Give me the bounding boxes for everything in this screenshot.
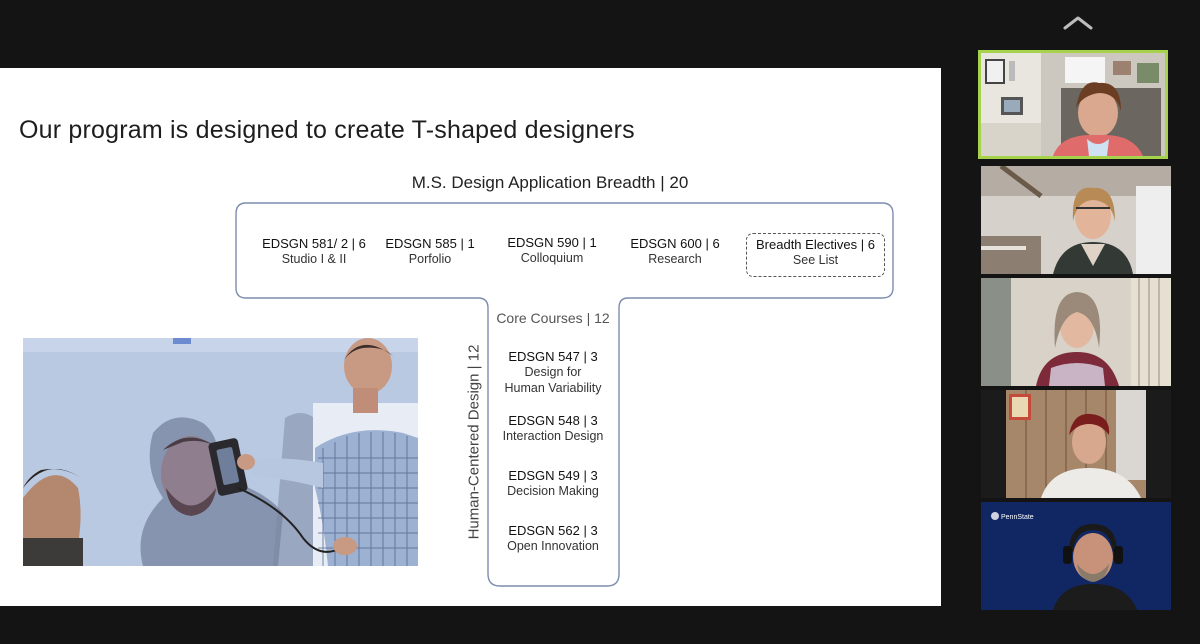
course-edsgn-548: EDSGN 548 | 3 Interaction Design — [494, 413, 612, 444]
pennstate-logo: PennState — [1001, 514, 1034, 521]
collapse-panel-button[interactable] — [1060, 12, 1096, 34]
course-edsgn-590: EDSGN 590 | 1 Colloquium — [500, 235, 604, 266]
vertical-label-text: Human-Centered Design | 12 — [465, 344, 483, 540]
course-code: Breadth Electives | 6 — [756, 237, 875, 252]
participant-video-tile-active-speaker[interactable] — [978, 50, 1168, 159]
course-edsgn-581: EDSGN 581/ 2 | 6 Studio I & II — [252, 236, 376, 267]
participant-video-tile[interactable] — [981, 166, 1171, 274]
course-code: EDSGN 600 | 6 — [630, 236, 720, 251]
course-code: EDSGN 547 | 3 — [508, 349, 598, 364]
chevron-up-icon — [1063, 16, 1093, 30]
scanning-demo-photo — [23, 338, 418, 566]
course-name: Design for — [524, 365, 582, 379]
core-courses-heading: Core Courses | 12 — [496, 310, 610, 326]
course-name: Interaction Design — [502, 429, 604, 443]
course-breadth-electives: Breadth Electives | 6 See List — [748, 237, 883, 268]
course-edsgn-585: EDSGN 585 | 1 Porfolio — [378, 236, 482, 267]
course-name: Porfolio — [408, 252, 452, 266]
course-name: Research — [648, 252, 702, 266]
course-name-line2: Human Variability — [504, 381, 602, 396]
course-code: EDSGN 549 | 3 — [508, 468, 598, 483]
participant-video-tile[interactable]: PennState — [981, 502, 1171, 610]
participant-video-tile[interactable] — [981, 278, 1171, 386]
course-code: EDSGN 585 | 1 — [385, 236, 475, 251]
course-edsgn-547: EDSGN 547 | 3 Design for Human Variabili… — [494, 349, 612, 397]
course-edsgn-549: EDSGN 549 | 3 Decision Making — [494, 468, 612, 499]
course-name: Studio I & II — [281, 252, 347, 266]
course-name: Decision Making — [507, 484, 599, 498]
course-code: EDSGN 581/ 2 | 6 — [262, 236, 366, 251]
course-name: See List — [792, 253, 839, 267]
course-code: EDSGN 548 | 3 — [508, 413, 598, 428]
course-code: EDSGN 590 | 1 — [507, 235, 597, 250]
course-name: Open Innovation — [507, 539, 599, 553]
course-edsgn-562: EDSGN 562 | 3 Open Innovation — [494, 523, 612, 554]
course-edsgn-600: EDSGN 600 | 6 Research — [620, 236, 730, 267]
course-name: Colloquium — [520, 251, 584, 265]
participant-video-tile[interactable] — [981, 390, 1171, 498]
course-code: EDSGN 562 | 3 — [508, 523, 598, 538]
shared-screen: Our program is designed to create T-shap… — [0, 68, 941, 606]
